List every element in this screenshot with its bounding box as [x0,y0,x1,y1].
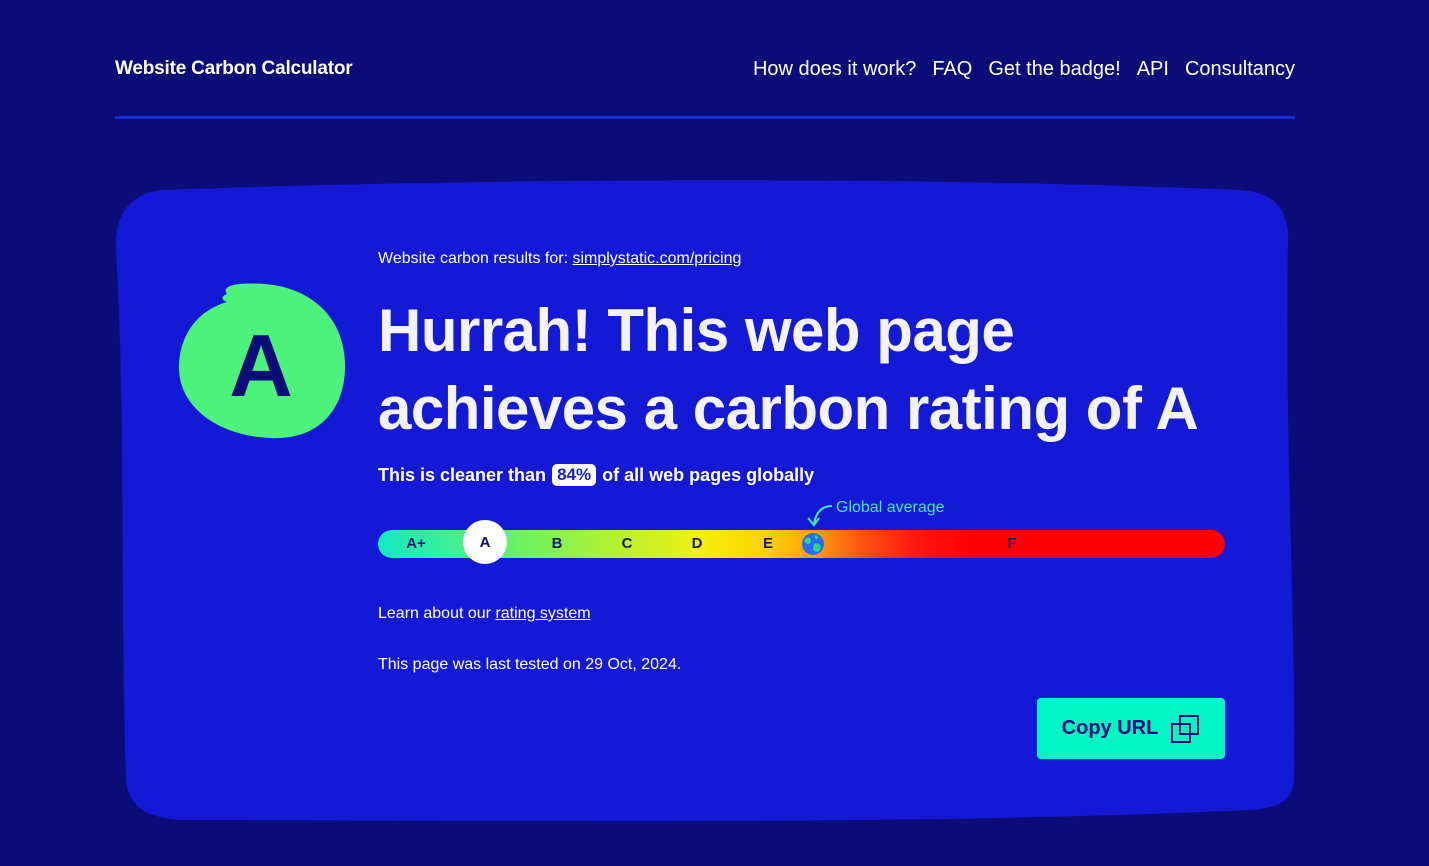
results-url-link[interactable]: simplystatic.com/pricing [572,250,741,267]
nav-get-badge[interactable]: Get the badge! [988,58,1120,81]
scale-label-c: C [621,535,633,552]
global-average-label: Global average [836,499,945,516]
scale-label-f: F [1007,535,1017,552]
cleaner-prefix: This is cleaner than [378,464,547,485]
last-tested-text: This page was last tested on 29 Oct, 202… [378,656,682,673]
learn-rating-system: Learn about our rating system [378,605,591,623]
results-for: Website carbon results for: simplystatic… [378,250,741,268]
current-grade-marker: A [463,520,507,564]
cleaner-statement: This is cleaner than 84% of all web page… [378,464,814,486]
earth-icon [802,533,824,555]
grade-letter: A [229,316,293,415]
cleaner-percent-badge: 84% [552,464,597,486]
copy-url-label: Copy URL [1061,717,1159,739]
scale-label-e: E [762,535,774,552]
copy-icon [1171,714,1200,743]
results-for-label: Website carbon results for: [378,250,569,267]
nav-consultancy[interactable]: Consultancy [1185,58,1295,81]
copy-url-button[interactable]: Copy URL [1037,698,1225,759]
scale-label-a-plus: A+ [406,535,426,552]
learn-prefix: Learn about our [378,605,491,622]
scale-label-d: D [691,535,703,552]
curved-arrow-icon [807,505,833,527]
brand-link[interactable]: Website Carbon Calculator [115,58,353,80]
cleaner-suffix: of all web pages globally [602,464,815,485]
scale-label-b: B [551,535,563,552]
rating-system-link[interactable]: rating system [495,605,590,622]
nav-faq[interactable]: FAQ [932,58,972,81]
site-header: Website Carbon Calculator How does it wo… [115,48,1295,90]
main-nav: How does it work? FAQ Get the badge! API… [753,58,1295,81]
nav-api[interactable]: API [1137,58,1169,81]
header-divider [115,116,1295,119]
page-headline: Hurrah! This web page achieves a carbon … [378,297,1199,442]
nav-how-it-works[interactable]: How does it work? [753,58,916,81]
